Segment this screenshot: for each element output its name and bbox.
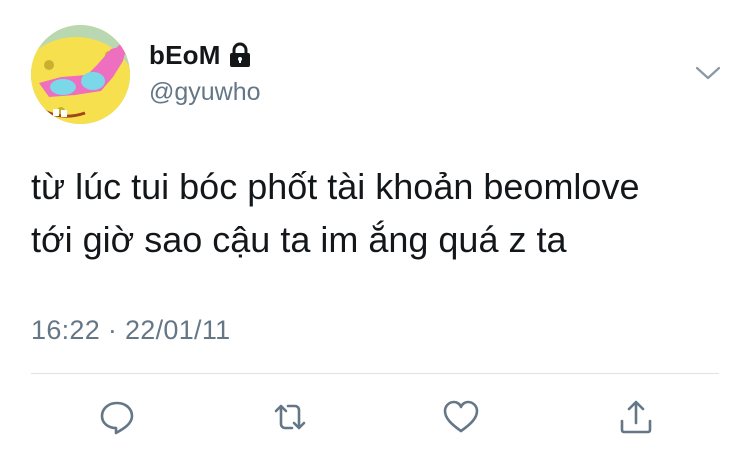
retweet-button[interactable]	[266, 393, 314, 441]
user-handle[interactable]: @gyuwho	[149, 78, 261, 107]
reply-button[interactable]	[93, 393, 141, 441]
share-icon	[620, 400, 652, 434]
more-options-chevron-down-icon[interactable]	[694, 63, 722, 83]
tweet-text: từ lúc tui bóc phốt tài khoản beomlove t…	[31, 160, 731, 266]
divider	[31, 373, 719, 374]
tweet-text-line: tới giờ sao cậu ta im ắng quá z ta	[31, 219, 567, 260]
display-name[interactable]: bEoM	[149, 40, 251, 71]
tweet-text-line: từ lúc tui bóc phốt tài khoản beomlove	[31, 166, 640, 207]
tweet-timestamp[interactable]: 16:22 · 22/01/11	[31, 315, 230, 346]
share-button[interactable]	[612, 393, 660, 441]
heart-icon	[443, 400, 479, 433]
reply-icon	[100, 401, 134, 435]
lock-icon	[229, 42, 251, 68]
spongebob-avatar-image	[31, 25, 130, 124]
tweet-actions-bar	[0, 393, 750, 441]
display-name-text: bEoM	[149, 40, 221, 70]
like-button[interactable]	[437, 393, 485, 441]
retweet-icon	[274, 404, 306, 430]
avatar[interactable]	[31, 25, 130, 124]
